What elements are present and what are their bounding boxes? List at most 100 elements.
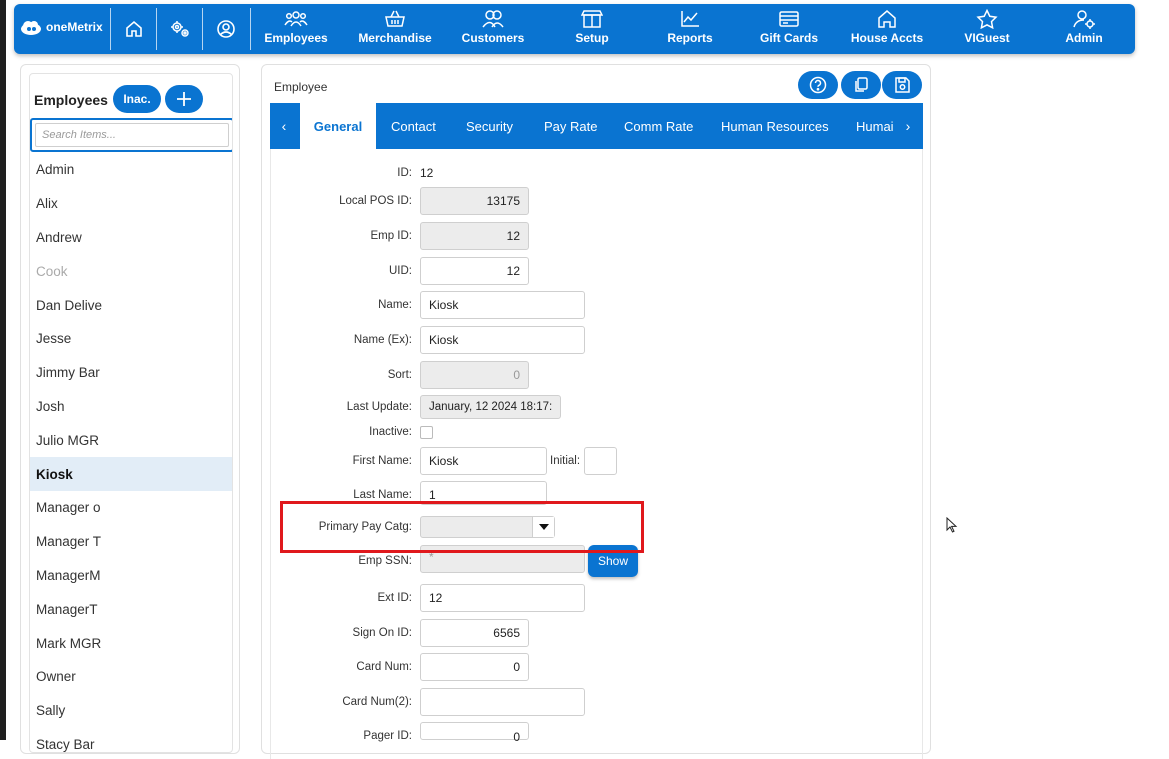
tab-human-overflow[interactable]: Humai xyxy=(856,103,896,149)
last-update-label: Last Update: xyxy=(346,401,412,413)
list-item[interactable]: Manager T xyxy=(30,525,232,559)
name-field[interactable]: Kiosk xyxy=(420,291,585,319)
list-item[interactable]: ManagerT xyxy=(30,592,232,626)
brand-name: oneMetrix xyxy=(46,20,103,34)
list-item[interactable]: Stacy Bar xyxy=(30,728,232,752)
nav-label: Merchandise xyxy=(358,31,432,45)
copy-icon xyxy=(855,77,868,92)
tab-human-resources[interactable]: Human Resources xyxy=(721,103,829,149)
search-input[interactable] xyxy=(35,123,229,147)
nav-merchandise[interactable]: Merchandise xyxy=(356,8,434,50)
card-num2-label: Card Num(2): xyxy=(342,696,412,708)
home-button[interactable] xyxy=(112,8,156,50)
list-item[interactable]: ManagerM xyxy=(30,559,232,593)
card-num-label: Card Num: xyxy=(356,661,412,673)
nav-label: Admin xyxy=(1065,31,1103,45)
tab-security[interactable]: Security xyxy=(466,103,513,149)
list-item[interactable]: Josh xyxy=(30,390,232,424)
nav-label: Employees xyxy=(264,31,328,45)
uid-label: UID: xyxy=(389,265,412,277)
last-update-field: January, 12 2024 18:17: xyxy=(420,395,561,419)
uid-field[interactable]: 12 xyxy=(420,257,529,285)
sort-field: 0 xyxy=(420,361,529,389)
nav-setup[interactable]: Setup xyxy=(564,8,620,50)
pager-id-field[interactable]: 0 xyxy=(420,722,529,744)
list-item[interactable]: Mark MGR xyxy=(30,626,232,660)
nav-label: Setup xyxy=(575,31,609,45)
sign-on-id-field[interactable]: 6565 xyxy=(420,619,529,647)
people-group-icon xyxy=(284,11,308,27)
name-ex-field[interactable]: Kiosk xyxy=(420,326,585,354)
card-num2-field[interactable] xyxy=(420,688,585,716)
copy-button[interactable] xyxy=(841,71,881,99)
list-item[interactable]: Dan Delive xyxy=(30,288,232,322)
customers-icon xyxy=(482,10,504,28)
cloud-logo-icon xyxy=(21,21,41,35)
sign-on-id-label: Sign On ID: xyxy=(352,627,412,639)
profile-button[interactable] xyxy=(204,8,248,50)
nav-label: Customers xyxy=(461,31,525,45)
inactive-toggle-button[interactable]: Inac. xyxy=(113,85,161,113)
first-name-field[interactable]: Kiosk xyxy=(420,447,547,475)
list-item[interactable]: Andrew xyxy=(30,221,232,255)
nav-customers[interactable]: Customers xyxy=(460,8,526,50)
list-item[interactable]: Jesse xyxy=(30,322,232,356)
mouse-cursor-icon xyxy=(946,517,958,533)
settings-button[interactable] xyxy=(158,8,202,50)
nav-label: Gift Cards xyxy=(759,31,818,45)
inactive-checkbox[interactable] xyxy=(420,426,433,439)
list-item[interactable]: Cook xyxy=(30,254,232,288)
house-icon xyxy=(878,10,896,28)
emp-ssn-label: Emp SSN: xyxy=(358,555,412,567)
home-icon xyxy=(126,20,142,37)
save-button[interactable] xyxy=(882,71,922,99)
inactive-label: Inactive: xyxy=(369,426,412,438)
tab-pay-rate[interactable]: Pay Rate xyxy=(544,103,597,149)
tab-contact[interactable]: Contact xyxy=(391,103,436,149)
sort-label: Sort: xyxy=(387,369,412,381)
nav-admin[interactable]: Admin xyxy=(1057,8,1111,50)
nav-employees[interactable]: Employees xyxy=(264,8,328,50)
local-pos-id-label: Local POS ID: xyxy=(339,195,412,207)
admin-user-icon xyxy=(1073,10,1095,29)
gears-icon xyxy=(171,21,189,37)
tab-general[interactable]: General xyxy=(300,103,376,149)
list-item[interactable]: Alix xyxy=(30,187,232,221)
emp-id-label: Emp ID: xyxy=(370,230,412,242)
tab-scroll-right[interactable]: › xyxy=(896,103,920,149)
save-icon xyxy=(895,77,910,93)
local-pos-id-field: 13175 xyxy=(420,187,529,215)
brand-logo[interactable]: oneMetrix xyxy=(20,18,103,36)
tab-bar: ‹ General Contact Security Pay Rate Comm… xyxy=(270,103,923,149)
card-num-field[interactable]: 0 xyxy=(420,653,529,681)
highlight-box xyxy=(280,501,644,553)
chart-line-icon xyxy=(681,11,699,27)
list-item-selected[interactable]: Kiosk xyxy=(30,457,232,491)
tab-scroll-left[interactable]: ‹ xyxy=(272,103,296,149)
add-employee-button[interactable] xyxy=(165,85,203,113)
name-label: Name: xyxy=(378,299,412,311)
pager-id-label: Pager ID: xyxy=(363,730,412,742)
nav-viguest[interactable]: VIGuest xyxy=(957,8,1017,50)
ext-id-field[interactable]: 12 xyxy=(420,584,585,612)
list-item[interactable]: Jimmy Bar xyxy=(30,356,232,390)
list-item[interactable]: Owner xyxy=(30,660,232,694)
list-item[interactable]: Julio MGR xyxy=(30,423,232,457)
name-ex-label: Name (Ex): xyxy=(353,334,412,346)
nav-reports[interactable]: Reports xyxy=(659,8,721,50)
nav-gift-cards[interactable]: Gift Cards xyxy=(754,8,824,50)
nav-divider xyxy=(202,8,203,50)
box-icon xyxy=(581,10,603,28)
initial-field[interactable] xyxy=(584,447,617,475)
list-item[interactable]: Manager o xyxy=(30,491,232,525)
list-item[interactable]: Admin xyxy=(30,153,232,187)
window-edge xyxy=(0,0,6,740)
chevron-left-icon: ‹ xyxy=(281,118,287,134)
tab-comm-rate[interactable]: Comm Rate xyxy=(624,103,693,149)
nav-house-accts[interactable]: House Accts xyxy=(847,8,927,50)
plus-icon xyxy=(177,92,191,106)
nav-label: House Accts xyxy=(850,31,924,45)
help-button[interactable] xyxy=(798,71,838,99)
list-item[interactable]: Sally xyxy=(30,694,232,728)
nav-divider xyxy=(156,8,157,50)
